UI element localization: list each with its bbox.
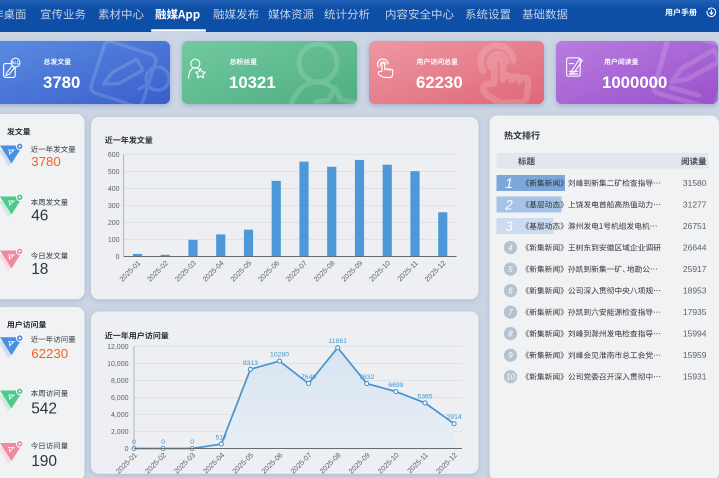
svg-text:3: 3 <box>505 219 513 234</box>
svg-text:6699: 6699 <box>388 382 403 389</box>
svg-text:6,000: 6,000 <box>111 395 129 402</box>
svg-text:2914: 2914 <box>447 414 462 421</box>
svg-text:0: 0 <box>161 439 165 446</box>
svg-text:5: 5 <box>508 265 513 274</box>
svg-text:3780: 3780 <box>31 154 61 169</box>
svg-text:517: 517 <box>216 435 228 442</box>
svg-text:600: 600 <box>108 152 120 159</box>
svg-text:62230: 62230 <box>31 346 68 361</box>
svg-text:7632: 7632 <box>359 374 374 381</box>
svg-text:62230: 62230 <box>416 73 463 92</box>
svg-text:26751: 26751 <box>683 221 707 231</box>
svg-text:9313: 9313 <box>243 360 258 367</box>
svg-text:7649: 7649 <box>301 374 316 381</box>
svg-text:31580: 31580 <box>683 178 707 188</box>
svg-text:8: 8 <box>508 330 513 339</box>
svg-text:0: 0 <box>116 254 120 261</box>
svg-text:2,000: 2,000 <box>111 429 129 436</box>
svg-text:10280: 10280 <box>270 352 289 359</box>
svg-text:25917: 25917 <box>683 264 707 274</box>
svg-text:500: 500 <box>108 169 120 176</box>
svg-text:3780: 3780 <box>43 73 80 92</box>
svg-text:15931: 15931 <box>683 372 707 382</box>
svg-text:15959: 15959 <box>683 350 707 360</box>
svg-text:5365: 5365 <box>417 393 432 400</box>
svg-text:2: 2 <box>504 197 513 212</box>
svg-text:9: 9 <box>508 351 513 360</box>
svg-text:200: 200 <box>108 220 120 227</box>
svg-text:4: 4 <box>508 243 513 252</box>
svg-text:15994: 15994 <box>683 329 707 339</box>
svg-text:10321: 10321 <box>229 73 276 92</box>
svg-text:12,000: 12,000 <box>107 344 129 351</box>
svg-text:10: 10 <box>506 373 515 382</box>
svg-text:18: 18 <box>31 261 48 278</box>
svg-text:542: 542 <box>31 401 57 418</box>
svg-text:11861: 11861 <box>328 338 347 345</box>
svg-text:0: 0 <box>125 446 129 453</box>
svg-text:190: 190 <box>31 453 57 470</box>
svg-text:300: 300 <box>108 203 120 210</box>
svg-text:46: 46 <box>31 208 48 225</box>
svg-text:0: 0 <box>190 439 194 446</box>
svg-text:7: 7 <box>508 308 513 317</box>
svg-text:4,000: 4,000 <box>111 412 129 419</box>
svg-text:18953: 18953 <box>683 286 707 296</box>
svg-text:100: 100 <box>108 237 120 244</box>
svg-text:26644: 26644 <box>683 243 707 253</box>
svg-text:10,000: 10,000 <box>107 361 129 368</box>
svg-text:17935: 17935 <box>683 307 707 317</box>
svg-text:6: 6 <box>508 287 513 296</box>
svg-text:1: 1 <box>505 176 513 191</box>
svg-text:31277: 31277 <box>683 200 707 210</box>
svg-text:8,000: 8,000 <box>111 378 129 385</box>
svg-text:400: 400 <box>108 186 120 193</box>
